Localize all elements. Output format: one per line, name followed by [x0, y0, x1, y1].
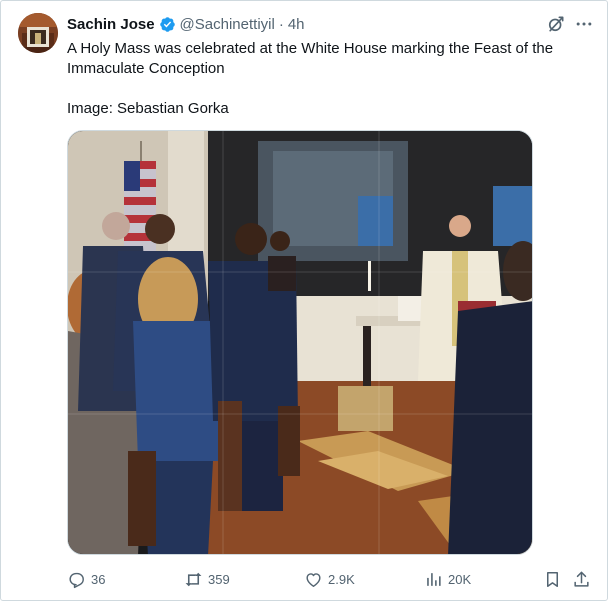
share-icon: [574, 571, 589, 587]
repost-button[interactable]: 359: [184, 569, 230, 589]
reply-button[interactable]: 36: [67, 569, 105, 589]
like-button[interactable]: 2.9K: [304, 569, 355, 589]
bookmark-icon: [546, 571, 559, 587]
heart-icon: [306, 572, 321, 587]
tweet-text-credit: Image: Sebastian Gorka: [67, 100, 229, 117]
reply-icon: [69, 572, 84, 588]
repost-icon: [185, 572, 202, 586]
tweet-photo[interactable]: [67, 130, 533, 555]
grok-icon[interactable]: [546, 14, 566, 34]
timestamp[interactable]: 4h: [288, 16, 305, 33]
repost-count: 359: [208, 571, 230, 587]
avatar[interactable]: [18, 13, 58, 53]
verified-badge-icon: [159, 16, 175, 32]
author-name[interactable]: Sachin Jose: [67, 16, 155, 33]
tweet-header: Sachin Jose @Sachinettiyil · 4h: [67, 15, 305, 33]
share-button[interactable]: [572, 569, 591, 589]
author-handle[interactable]: @Sachinettiyil: [180, 16, 275, 33]
action-bar: 36 359 2.9K 20K: [67, 569, 597, 589]
views-icon: [427, 572, 441, 586]
views-count: 20K: [448, 571, 472, 587]
mass-photo: [68, 131, 532, 554]
like-count: 2.9K: [328, 571, 355, 587]
avatar-image: [18, 13, 58, 53]
tweet-card[interactable]: Sachin Jose @Sachinettiyil · 4h A Holy M…: [0, 0, 608, 601]
more-icon[interactable]: [574, 14, 594, 34]
tweet-text: A Holy Mass was celebrated at the White …: [67, 39, 592, 119]
reply-count: 36: [91, 571, 106, 587]
views-button[interactable]: 20K: [424, 569, 471, 589]
separator-dot: ·: [278, 15, 284, 33]
tweet-text-body: A Holy Mass was celebrated at the White …: [67, 40, 554, 77]
bookmark-button[interactable]: [543, 569, 562, 589]
